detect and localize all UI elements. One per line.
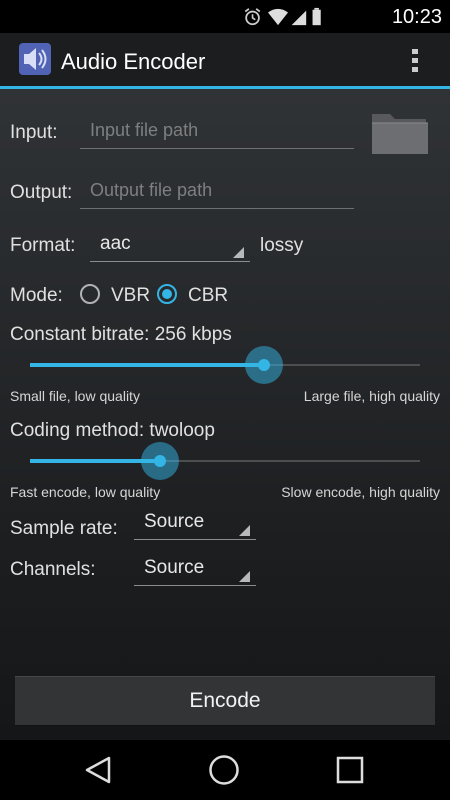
- dropdown-arrow-icon: [233, 247, 244, 258]
- output-path-field[interactable]: [80, 172, 354, 208]
- overflow-menu-icon[interactable]: [408, 46, 422, 76]
- cbr-radio[interactable]: [157, 284, 177, 304]
- channels-value: Source: [144, 557, 205, 578]
- channels-label: Channels:: [10, 559, 96, 580]
- input-path-field[interactable]: [80, 112, 354, 148]
- output-field-container: [80, 172, 354, 209]
- slider-fill: [30, 363, 264, 367]
- slider-thumb[interactable]: [154, 455, 166, 467]
- home-icon[interactable]: [208, 754, 240, 786]
- app-title: Audio Encoder: [61, 49, 206, 74]
- bitrate-min-hint: Small file, low quality: [10, 388, 140, 404]
- clock: 10:23: [391, 6, 442, 28]
- navigation-bar: [0, 740, 450, 800]
- format-value: aac: [100, 233, 131, 254]
- dropdown-arrow-icon: [239, 571, 250, 582]
- slider-thumb[interactable]: [258, 359, 270, 371]
- status-icons: [244, 7, 321, 26]
- battery-icon: [312, 7, 321, 26]
- vbr-label[interactable]: VBR: [111, 285, 150, 307]
- bitrate-max-hint: Large file, high quality: [303, 388, 440, 404]
- encode-button[interactable]: Encode: [15, 676, 435, 726]
- action-bar: Audio Encoder: [0, 33, 450, 89]
- content-area: Input: Output: Format: aac lossy Mode: V…: [0, 89, 450, 740]
- output-label: Output:: [10, 182, 73, 203]
- sample-rate-label: Sample rate:: [10, 518, 118, 539]
- wifi-icon: [268, 8, 288, 26]
- format-note: lossy: [260, 235, 304, 256]
- signal-icon: [291, 10, 307, 26]
- vbr-radio[interactable]: [80, 284, 100, 304]
- channels-dropdown[interactable]: Source: [134, 553, 256, 586]
- dropdown-arrow-icon: [239, 525, 250, 536]
- input-field-container: [80, 112, 354, 149]
- folder-icon[interactable]: [370, 108, 430, 158]
- status-bar: 10:23: [0, 0, 450, 33]
- coding-label: Coding method: twoloop: [10, 420, 215, 441]
- input-label: Input:: [10, 122, 58, 143]
- sample-rate-dropdown[interactable]: Source: [134, 507, 256, 540]
- sample-rate-value: Source: [144, 511, 205, 532]
- coding-slider[interactable]: [30, 441, 420, 481]
- format-label: Format:: [10, 235, 76, 256]
- coding-max-hint: Slow encode, high quality: [281, 484, 440, 500]
- mode-label: Mode:: [10, 285, 63, 306]
- recents-icon[interactable]: [334, 754, 366, 786]
- cbr-label[interactable]: CBR: [188, 285, 228, 307]
- bitrate-slider[interactable]: [30, 345, 420, 385]
- coding-min-hint: Fast encode, low quality: [10, 484, 161, 500]
- bitrate-label: Constant bitrate: 256 kbps: [10, 324, 232, 345]
- back-icon[interactable]: [82, 754, 114, 786]
- app-icon: [19, 43, 51, 75]
- format-dropdown[interactable]: aac: [90, 229, 250, 262]
- alarm-icon: [244, 8, 261, 26]
